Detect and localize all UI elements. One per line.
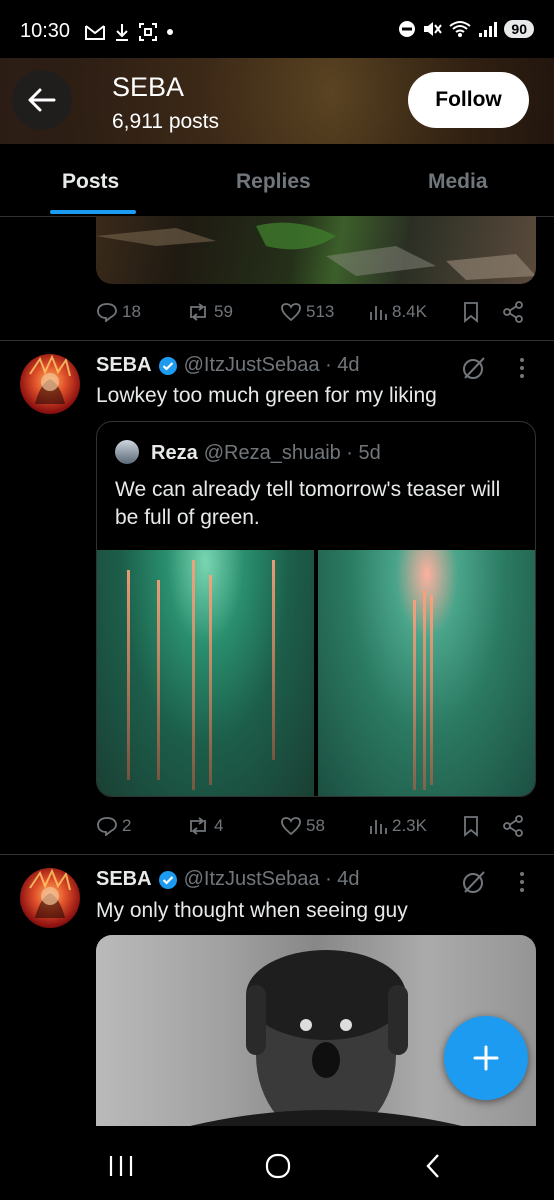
bookmark-button[interactable] [462,301,480,323]
author-handle[interactable]: @ItzJustSebaa · 4d [184,354,360,377]
reply-button[interactable]: 2 [96,816,131,836]
battery-indicator: 90 [504,20,534,38]
profile-tabs: Posts Replies Media [0,144,554,217]
quoted-avatar [115,440,139,464]
gmail-icon [85,25,105,40]
home-icon[interactable] [264,1152,292,1180]
active-tab-indicator [50,210,136,214]
post-actions-2: 2 4 58 2.3K [96,814,536,838]
dot-icon [167,29,173,35]
back-button[interactable] [12,70,72,130]
system-navigation-bar [0,1126,554,1200]
status-notification-icons [84,22,174,42]
do-not-disturb-icon [399,21,416,37]
quoted-author-handle: @Reza_shuaib · 5d [203,442,381,464]
post-text: Lowkey too much green for my liking [96,384,437,407]
views-button[interactable]: 2.3K [368,816,427,836]
signal-icon [479,22,498,37]
repost-icon [190,817,206,835]
compose-button[interactable] [444,1016,528,1100]
quoted-media-image-1[interactable] [97,550,314,796]
view-count: 8.4K [392,302,427,321]
avatar[interactable] [20,354,80,414]
post-text: My only thought when seeing guy [96,899,408,922]
post-media-image[interactable] [96,216,536,284]
bookmark-icon [464,816,478,837]
post-divider [0,854,554,855]
avatar[interactable] [20,868,80,928]
tab-posts[interactable]: Posts [62,170,119,194]
bookmark-icon [464,302,478,323]
post-actions-1: 18 59 513 8.4K [96,300,536,324]
repost-count: 59 [214,302,233,321]
author-name[interactable]: SEBA [96,354,152,377]
view-count: 2.3K [392,816,427,835]
status-system-icons: 90 [398,20,534,38]
quoted-post[interactable]: Reza @Reza_shuaib · 5d We can already te… [96,421,536,797]
share-button[interactable] [502,815,524,837]
share-icon [503,301,523,323]
post-count: 6,911 posts [112,110,220,133]
arrow-left-icon [28,88,56,112]
views-icon [370,306,387,320]
quoted-text: We can already tell tomorrow's teaser wi… [115,478,501,529]
more-options-icon[interactable] [518,356,526,380]
post-header: SEBA @ItzJustSebaa · 4d [96,868,360,891]
quoted-author-name: Reza [151,442,198,464]
like-count: 513 [306,302,335,321]
author-name[interactable]: SEBA [96,868,152,891]
share-icon [503,815,523,837]
follow-button[interactable]: Follow [408,72,529,128]
quoted-header: Reza @Reza_shuaib · 5d [151,442,381,465]
profile-name: SEBA [112,72,185,102]
download-icon [116,24,128,41]
post-header: SEBA @ItzJustSebaa · 4d [96,354,360,377]
reply-button[interactable]: 18 [96,302,141,322]
like-button[interactable]: 58 [280,816,325,836]
heart-icon [281,303,301,322]
reply-count: 2 [122,816,132,835]
reply-icon [97,817,117,836]
share-button[interactable] [502,301,524,323]
tab-media[interactable]: Media [428,170,488,194]
screenshot-icon [139,23,157,41]
repost-count: 4 [214,816,224,835]
verified-badge-icon [158,870,177,889]
author-handle[interactable]: @ItzJustSebaa · 4d [184,868,360,891]
views-icon [370,820,387,834]
bookmark-button[interactable] [462,815,480,837]
more-options-icon[interactable] [518,870,526,894]
repost-icon [190,303,206,321]
status-bar: 10:30 90 [0,0,554,62]
reply-count: 18 [122,302,141,321]
repost-button[interactable]: 4 [186,816,223,836]
reply-icon [97,303,117,322]
post-divider [0,340,554,341]
grok-icon[interactable] [460,868,488,896]
mute-icon [424,22,443,36]
verified-badge-icon [158,356,177,375]
back-nav-icon[interactable] [424,1152,442,1180]
status-time: 10:30 [20,20,71,42]
grok-icon[interactable] [460,354,488,382]
like-count: 58 [306,816,325,835]
plus-icon [473,1045,499,1071]
repost-button[interactable]: 59 [186,302,233,322]
tab-replies[interactable]: Replies [236,170,311,194]
recent-apps-icon[interactable] [108,1154,134,1178]
like-button[interactable]: 513 [280,302,334,322]
heart-icon [281,817,301,836]
quoted-media-image-2[interactable] [318,550,535,796]
views-button[interactable]: 8.4K [368,302,427,322]
wifi-icon [449,21,472,37]
